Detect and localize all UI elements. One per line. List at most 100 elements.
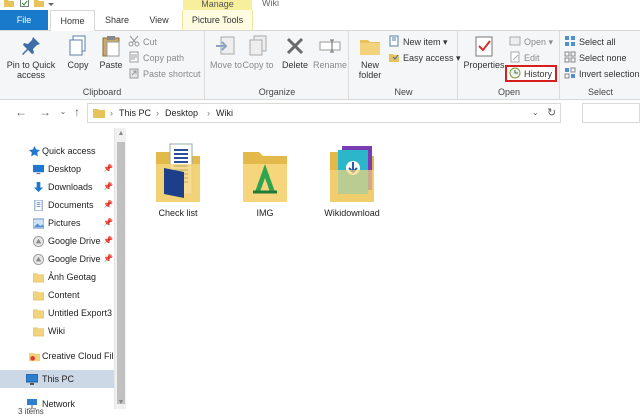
creative-cloud-icon	[29, 350, 40, 362]
forward-button[interactable]: →	[38, 105, 52, 119]
tab-share[interactable]: Share	[96, 10, 138, 30]
paste-shortcut-button[interactable]: Paste shortcut	[128, 67, 201, 81]
easy-access-button[interactable]: Easy access ▾	[388, 51, 461, 65]
new-folder-icon	[358, 34, 382, 58]
nav-creative-cloud[interactable]: Creative Cloud Fil	[0, 347, 114, 365]
tab-view[interactable]: View	[140, 10, 178, 30]
new-folder-qat-icon[interactable]	[34, 0, 44, 7]
pin-icon[interactable]: 📌	[103, 178, 113, 196]
folder-icon[interactable]	[4, 0, 14, 7]
tab-home[interactable]: Home	[50, 10, 95, 31]
nav-item-downloads[interactable]: Downloads 📌	[0, 178, 114, 196]
status-bar: 3 items	[0, 407, 640, 417]
window-title: Wiki	[262, 0, 279, 8]
properties-button[interactable]: Properties	[461, 34, 507, 70]
file-list: Check list IMG Wikidownload	[128, 128, 640, 409]
invert-selection-button[interactable]: Invert selection	[564, 67, 640, 81]
move-to-button[interactable]: Move to	[210, 34, 242, 70]
scroll-thumb[interactable]	[117, 142, 125, 404]
rename-label: Rename	[312, 60, 348, 70]
nav-item-google-drive[interactable]: Google Drive 📌	[0, 232, 114, 250]
nav-quick-access[interactable]: Quick access	[0, 142, 114, 160]
copy-to-button[interactable]: Copy to	[242, 34, 274, 70]
invert-selection-icon	[564, 67, 576, 79]
file-item-check-list[interactable]: Check list	[138, 140, 218, 218]
nav-item-pictures[interactable]: Pictures 📌	[0, 214, 114, 232]
paste-shortcut-label: Paste shortcut	[143, 69, 201, 79]
copy-to-icon	[246, 34, 270, 58]
nav-item-label: Google Drive	[48, 254, 101, 264]
move-to-label: Move to	[210, 60, 243, 70]
up-button[interactable]: ↑	[70, 105, 84, 119]
scroll-down-icon[interactable]: ▼	[115, 397, 127, 409]
properties-qat-icon[interactable]	[20, 0, 29, 7]
folder-icon	[93, 107, 105, 121]
nav-item-label: Wiki	[48, 326, 65, 336]
pin-icon[interactable]: 📌	[103, 214, 113, 232]
tab-picture-tools[interactable]: Picture Tools	[182, 10, 253, 30]
copy-path-button[interactable]: Copy path	[128, 51, 184, 65]
folder-document-icon	[150, 140, 206, 206]
scissors-icon	[128, 35, 140, 47]
nav-item-desktop[interactable]: Desktop 📌	[0, 160, 114, 178]
scroll-up-icon[interactable]: ▲	[115, 128, 127, 140]
cut-button[interactable]: Cut	[128, 35, 157, 49]
pin-icon	[19, 34, 43, 58]
back-button[interactable]: ←	[14, 105, 28, 119]
open-button[interactable]: Open ▾	[509, 35, 553, 49]
nav-item-google-drive-2[interactable]: Google Drive 📌	[0, 250, 114, 268]
pin-icon[interactable]: 📌	[103, 196, 113, 214]
dropdown-icon[interactable]	[48, 0, 57, 7]
breadcrumb-separator-icon: ›	[156, 108, 159, 118]
file-item-img[interactable]: IMG	[225, 140, 305, 218]
pin-icon[interactable]: 📌	[103, 250, 113, 268]
delete-button[interactable]: Delete	[278, 34, 312, 70]
copy-label: Copy	[67, 60, 89, 70]
nav-item-anh-geotag[interactable]: Ảnh Geotag	[0, 268, 114, 286]
select-all-label: Select all	[579, 37, 616, 47]
nav-scrollbar[interactable]: ▲ ▼	[114, 128, 126, 409]
invert-selection-label: Invert selection	[579, 69, 640, 79]
breadcrumb-wiki[interactable]: Wiki	[216, 104, 233, 122]
file-name: Check list	[158, 208, 198, 218]
select-none-button[interactable]: Select none	[564, 51, 627, 65]
search-input[interactable]	[582, 103, 640, 123]
breadcrumb-this-pc[interactable]: This PC	[119, 104, 151, 122]
manage-tab[interactable]: Manage	[183, 0, 252, 10]
new-item-label: New item	[403, 37, 441, 47]
computer-icon	[25, 373, 39, 385]
refresh-icon[interactable]: ↻	[547, 104, 556, 122]
paste-button[interactable]: Paste	[96, 34, 126, 70]
address-dropdown-icon[interactable]: ⌄	[532, 104, 539, 122]
select-all-button[interactable]: Select all	[564, 35, 616, 49]
navigation-pane: Quick access Desktop 📌 Downloads 📌 Docum…	[0, 128, 126, 410]
copy-button[interactable]: Copy	[62, 34, 94, 70]
edit-button[interactable]: Edit	[509, 51, 540, 65]
breadcrumb-desktop[interactable]: Desktop	[165, 104, 198, 122]
history-button[interactable]: History	[509, 67, 552, 81]
pin-icon[interactable]: 📌	[103, 160, 113, 178]
address-bar[interactable]: › This PC › Desktop › Wiki ⌄ ↻	[87, 103, 561, 123]
organize-group: Move to Copy to Delete Rename Organize	[206, 31, 349, 99]
nav-item-content[interactable]: Content	[0, 286, 114, 304]
paste-label: Paste	[99, 60, 123, 70]
pin-to-quick-access-button[interactable]: Pin to Quick access	[6, 34, 56, 80]
new-group-label: New	[394, 87, 413, 97]
nav-this-pc[interactable]: This PC	[0, 370, 114, 388]
new-item-button[interactable]: New item ▾	[388, 35, 448, 49]
pin-icon[interactable]: 📌	[103, 232, 113, 250]
nav-item-label: Desktop	[48, 164, 82, 174]
nav-item-wiki[interactable]: Wiki	[0, 322, 114, 340]
file-item-wikidownload[interactable]: Wikidownload	[312, 140, 392, 218]
folder-icon	[32, 271, 45, 283]
tab-file[interactable]: File	[0, 10, 48, 30]
new-folder-button[interactable]: New folder	[354, 34, 386, 80]
title-bar: Manage Wiki	[0, 0, 640, 10]
file-name: Wikidownload	[324, 208, 380, 218]
nav-item-untitled-export3[interactable]: Untitled Export3	[0, 304, 114, 322]
rename-button[interactable]: Rename	[312, 34, 348, 70]
nav-item-documents[interactable]: Documents 📌	[0, 196, 114, 214]
recent-locations-button[interactable]: ⌄	[56, 105, 70, 119]
cut-label: Cut	[143, 37, 158, 47]
open-label: Open	[524, 37, 547, 47]
